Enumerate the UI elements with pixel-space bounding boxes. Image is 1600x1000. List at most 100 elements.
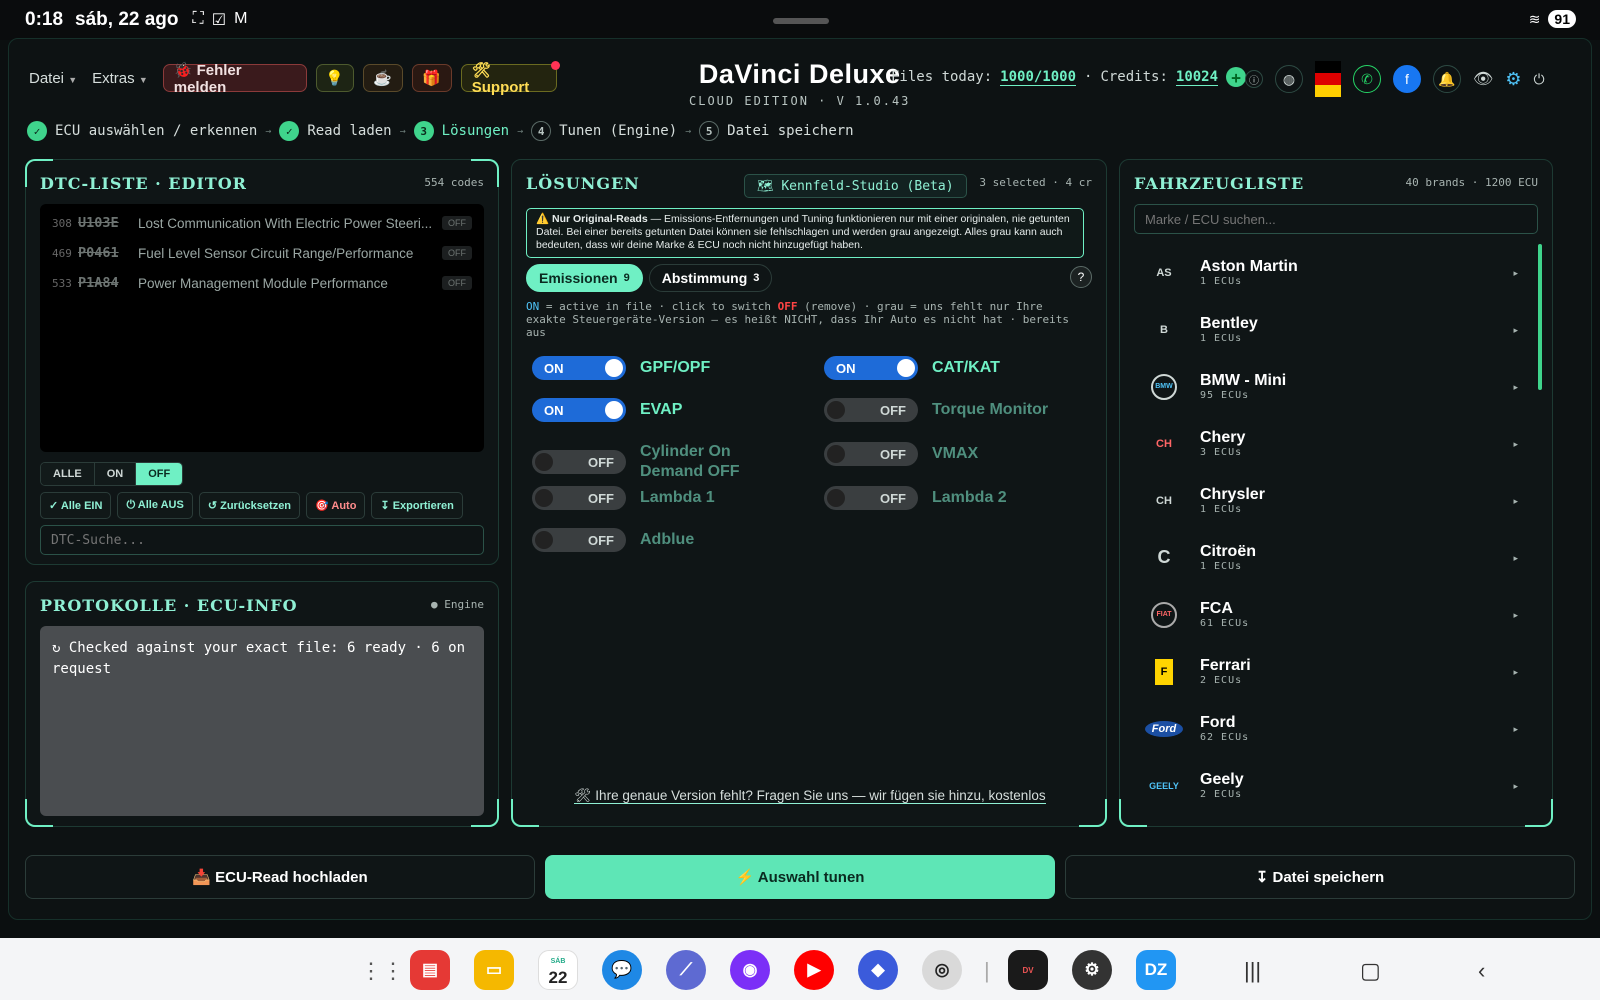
- toggle-switch[interactable]: OFF: [532, 528, 626, 552]
- dtc-state[interactable]: OFF: [442, 216, 472, 230]
- browser-app-icon[interactable]: ⟋: [666, 950, 706, 990]
- android-status-bar: 0:18 sáb, 22 ago ⛶ ☑ M ≋ 91: [0, 0, 1600, 40]
- filter-off[interactable]: OFF: [136, 463, 183, 485]
- info-icon[interactable]: ⓘ: [1245, 70, 1263, 88]
- toggle-vmax[interactable]: OFF VMAX: [824, 442, 1104, 466]
- davinci-app-icon[interactable]: DV: [1008, 950, 1048, 990]
- step-1[interactable]: ✓ ECU auswählen / erkennen: [27, 121, 257, 141]
- gift-button[interactable]: 🎁: [411, 64, 452, 92]
- auto-button[interactable]: 🎯 Auto: [306, 492, 366, 519]
- dtc-search-input[interactable]: [40, 525, 484, 555]
- brand-item-chery[interactable]: CH Chery 3 ECUs ▸: [1134, 415, 1530, 472]
- palette-icon[interactable]: ◍: [1275, 65, 1303, 93]
- brand-item-chrysler[interactable]: CH Chrysler 1 ECUs ▸: [1134, 472, 1530, 529]
- calendar-app-icon[interactable]: SÁB 22: [538, 950, 578, 990]
- toggle-lambda-1[interactable]: OFF Lambda 1: [532, 486, 812, 510]
- toggle-adblue[interactable]: OFF Adblue: [532, 528, 812, 552]
- dtc-row[interactable]: 533 P1A84 Power Management Module Performa…: [52, 268, 472, 298]
- dtc-row[interactable]: 469 P0461 Fuel Level Sensor Circuit Range/…: [52, 238, 472, 268]
- step-5[interactable]: 5 Datei speichern: [699, 121, 854, 141]
- dz-app-icon[interactable]: DZ: [1136, 950, 1176, 990]
- bell-icon[interactable]: 🔔: [1433, 65, 1461, 93]
- toggle-cylinder-on-demand[interactable]: OFF Cylinder On Demand OFF: [532, 442, 812, 482]
- toggle-cat-kat[interactable]: ON CAT/KAT: [824, 356, 1104, 380]
- step-3[interactable]: 3 Lösungen: [413, 121, 509, 141]
- home-icon[interactable]: ▢: [1360, 958, 1381, 984]
- step-2[interactable]: ✓ Read laden: [279, 121, 392, 141]
- switch-state: ON: [836, 360, 856, 376]
- brand-item-aston-martin[interactable]: AS Aston Martin 1 ECUs ▸: [1134, 244, 1530, 301]
- reset-button[interactable]: ↺ Zurücksetzen: [198, 492, 301, 519]
- brand-item-bmw-mini[interactable]: BMW BMW - Mini 95 ECUs ▸: [1134, 358, 1530, 415]
- menu-datei[interactable]: Datei ▼: [29, 70, 77, 87]
- back-icon[interactable]: ‹: [1478, 958, 1485, 984]
- dtc-state[interactable]: OFF: [442, 276, 472, 290]
- gear-icon[interactable]: ⚙: [1505, 69, 1521, 90]
- toggle-switch[interactable]: OFF: [824, 442, 918, 466]
- all-on-button[interactable]: ✓ Alle EIN: [40, 492, 112, 519]
- dtc-code: U103E: [78, 215, 119, 231]
- dtc-description: Fuel Level Sensor Circuit Range/Performa…: [138, 245, 414, 261]
- toggle-torque-monitor[interactable]: OFF Torque Monitor: [824, 398, 1104, 422]
- files-app-icon[interactable]: ▭: [474, 950, 514, 990]
- youtube-app-icon[interactable]: ▶: [794, 950, 834, 990]
- tab-abstimmung[interactable]: Abstimmung 3: [648, 264, 773, 292]
- brand-header: DaVinci Deluxe CLOUD EDITION · V 1.0.43: [689, 59, 910, 108]
- filter-on[interactable]: ON: [94, 463, 137, 485]
- toggle-switch[interactable]: OFF: [532, 450, 626, 474]
- all-off-button[interactable]: ⏻ Alle AUS: [117, 492, 193, 519]
- tab-emissionen[interactable]: Emissionen 9: [526, 264, 643, 292]
- toggle-switch[interactable]: ON: [532, 398, 626, 422]
- toggle-switch[interactable]: ON: [824, 356, 918, 380]
- toggle-switch[interactable]: OFF: [824, 398, 918, 422]
- dtc-row[interactable]: 308 U103E Lost Communication With Electric…: [52, 208, 472, 238]
- toggle-switch[interactable]: OFF: [824, 486, 918, 510]
- power-icon[interactable]: ⏻: [1533, 71, 1544, 88]
- filter-all[interactable]: ALLE: [41, 463, 95, 485]
- export-button[interactable]: ↧ Exportieren: [371, 492, 463, 519]
- gemini-app-icon[interactable]: ◆: [858, 950, 898, 990]
- request-version-link[interactable]: 🛠 Ihre genaue Version fehlt? Fragen Sie …: [512, 788, 1108, 804]
- brand-list-scrollbar[interactable]: [1538, 244, 1542, 390]
- firefox-app-icon[interactable]: ◉: [730, 950, 770, 990]
- upload-ecu-read-button[interactable]: 📥 ECU-Read hochladen: [25, 855, 535, 899]
- menu-extras[interactable]: Extras ▼: [92, 70, 148, 87]
- coffee-button[interactable]: ☕: [362, 64, 403, 92]
- dtc-state[interactable]: OFF: [442, 246, 472, 260]
- toggle-gpf-opf[interactable]: ON GPF/OPF: [532, 356, 812, 380]
- notes-app-icon[interactable]: ▤: [410, 950, 450, 990]
- tune-selection-button[interactable]: ⚡ Auswahl tunen: [545, 855, 1055, 899]
- messages-app-icon[interactable]: 💬: [602, 950, 642, 990]
- brand-item-ford[interactable]: Ford Ford 62 ECUs ▸: [1134, 700, 1530, 757]
- step-4[interactable]: 4 Tunen (Engine): [531, 121, 677, 141]
- idea-button[interactable]: 💡: [315, 64, 354, 92]
- camera-app-icon[interactable]: ◎: [922, 950, 962, 990]
- save-file-button[interactable]: ↧ Datei speichern: [1065, 855, 1575, 899]
- brand-item-fca[interactable]: FIAT FCA 61 ECUs ▸: [1134, 586, 1530, 643]
- settings-app-icon[interactable]: ⚙: [1072, 950, 1112, 990]
- toggle-lambda-2[interactable]: OFF Lambda 2: [824, 486, 1104, 510]
- drag-handle[interactable]: [773, 18, 829, 24]
- brand-item-citroen[interactable]: C Citroën 1 ECUs ▸: [1134, 529, 1530, 586]
- brand-item-geely[interactable]: GEELY Geely 2 ECUs ▸: [1134, 757, 1530, 814]
- toggle-label: CAT/KAT: [932, 359, 1000, 376]
- eye-icon[interactable]: 👁: [1473, 69, 1493, 89]
- german-flag-icon[interactable]: [1315, 61, 1341, 97]
- toggle-switch[interactable]: ON: [532, 356, 626, 380]
- toggle-evap[interactable]: ON EVAP: [532, 398, 812, 422]
- recents-icon[interactable]: |||: [1244, 958, 1261, 984]
- toggle-switch[interactable]: OFF: [532, 486, 626, 510]
- add-credits-button[interactable]: +: [1226, 67, 1247, 87]
- report-bug-button[interactable]: 🐞 Fehler melden: [162, 62, 307, 96]
- help-icon[interactable]: ?: [1070, 266, 1092, 288]
- brand-item-bentley[interactable]: B Bentley 1 ECUs ▸: [1134, 301, 1530, 358]
- brand-item-ferrari[interactable]: F Ferrari 2 ECUs ▸: [1134, 643, 1530, 700]
- facebook-icon[interactable]: f: [1393, 65, 1421, 93]
- brand-ecus: 1 ECUs: [1200, 561, 1243, 572]
- support-button[interactable]: 🛠Support: [460, 61, 560, 96]
- brand-search-input[interactable]: [1134, 204, 1538, 234]
- kennfeld-studio-button[interactable]: 🗺 Kennfeld-Studio (Beta): [744, 174, 967, 198]
- switch-knob: [535, 531, 553, 549]
- bmw-logo-icon: BMW: [1151, 373, 1177, 400]
- whatsapp-icon[interactable]: ✆: [1353, 65, 1381, 93]
